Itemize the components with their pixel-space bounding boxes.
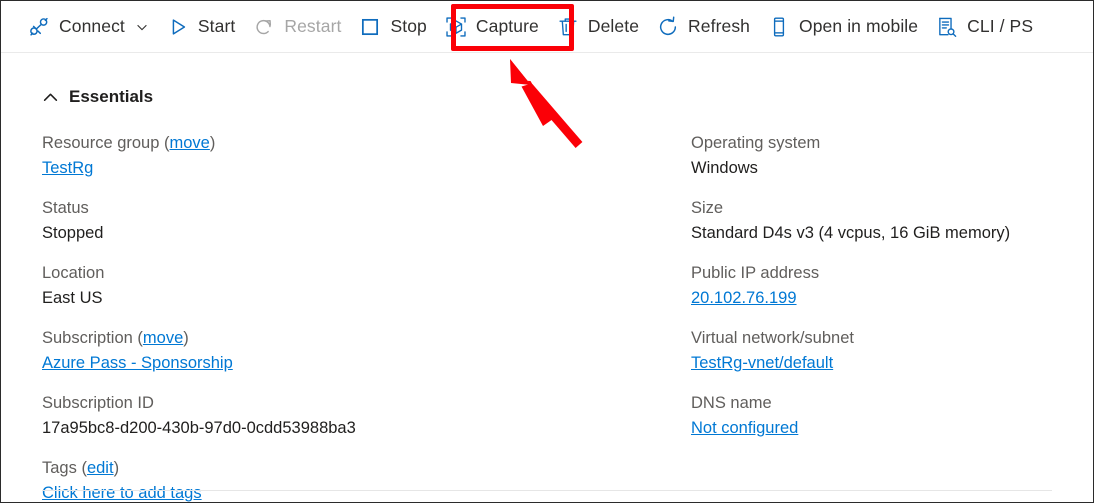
field-virtual-network: Virtual network/subnet TestRg-vnet/defau…: [691, 326, 1071, 376]
command-toolbar: Connect Start Restart Stop Capture Delet…: [1, 1, 1093, 53]
size-value: Standard D4s v3 (4 vcpus, 16 GiB memory): [691, 224, 1011, 242]
field-status: Status Stopped: [42, 196, 662, 246]
restart-label: Restart: [284, 16, 342, 36]
dns-name-label: DNS name: [691, 394, 772, 412]
dns-name-link[interactable]: Not configured: [691, 419, 798, 437]
subscription-link[interactable]: Azure Pass - Sponsorship: [42, 354, 233, 372]
subscription-value: Azure Pass - Sponsorship: [42, 351, 662, 376]
subscription-id-label: Subscription ID: [42, 394, 154, 412]
paren-open: (: [159, 134, 170, 152]
tags-edit-link[interactable]: edit: [87, 459, 114, 477]
essentials-left-column: Resource group (move) TestRg Status Stop…: [42, 131, 662, 502]
open-in-mobile-button[interactable]: Open in mobile: [759, 7, 927, 47]
subscription-id-value: 17a95bc8-d200-430b-97d0-0cdd53988ba3: [42, 419, 356, 437]
field-subscription-id: Subscription ID 17a95bc8-d200-430b-97d0-…: [42, 391, 662, 441]
size-label: Size: [691, 199, 724, 217]
paren-close: ): [183, 329, 189, 347]
connect-label: Connect: [59, 16, 125, 36]
status-label: Status: [42, 199, 89, 217]
field-location: Location East US: [42, 261, 662, 311]
stop-button[interactable]: Stop: [350, 7, 435, 47]
delete-label: Delete: [587, 16, 640, 36]
refresh-label: Refresh: [688, 16, 751, 36]
mobile-phone-icon: [768, 16, 790, 38]
resource-group-value: TestRg: [42, 156, 662, 181]
field-size: Size Standard D4s v3 (4 vcpus, 16 GiB me…: [691, 196, 1071, 246]
essentials-title: Essentials: [69, 87, 154, 106]
stop-label: Stop: [390, 16, 427, 36]
add-tags-link[interactable]: Click here to add tags: [42, 484, 202, 502]
resource-group-move-link[interactable]: move: [170, 134, 210, 152]
refresh-button[interactable]: Refresh: [648, 7, 759, 47]
start-button[interactable]: Start: [158, 7, 244, 47]
operating-system-label: Operating system: [691, 134, 821, 152]
field-subscription: Subscription (move) Azure Pass - Sponsor…: [42, 326, 662, 376]
resource-group-link[interactable]: TestRg: [42, 159, 93, 177]
restart-button[interactable]: Restart: [244, 7, 350, 47]
virtual-network-link[interactable]: TestRg-vnet/default: [691, 354, 833, 372]
capture-button[interactable]: Capture: [436, 7, 548, 47]
paren-open: (: [132, 329, 143, 347]
connect-button[interactable]: Connect: [19, 7, 158, 47]
refresh-icon: [657, 16, 679, 38]
location-value: East US: [42, 289, 103, 307]
cli-ps-button[interactable]: CLI / PS: [927, 7, 1042, 47]
cli-ps-label: CLI / PS: [967, 16, 1034, 36]
chevron-down-icon[interactable]: [135, 20, 149, 34]
field-operating-system: Operating system Windows: [691, 131, 1071, 181]
virtual-network-value: TestRg-vnet/default: [691, 351, 1071, 376]
cli-console-icon: [936, 16, 958, 38]
restart-icon: [253, 16, 275, 38]
azure-vm-overview-screen: Connect Start Restart Stop Capture Delet…: [0, 0, 1094, 503]
operating-system-value: Windows: [691, 159, 758, 177]
essentials-panel: Essentials Resource group (move) TestRg …: [1, 53, 1093, 502]
open-in-mobile-label: Open in mobile: [799, 16, 919, 36]
resource-group-label-text: Resource group: [42, 134, 160, 152]
subscription-move-link[interactable]: move: [143, 329, 183, 347]
field-tags: Tags (edit) Click here to add tags: [42, 456, 662, 502]
section-divider: [42, 490, 1052, 491]
paren-open: (: [76, 459, 87, 477]
field-resource-group: Resource group (move) TestRg: [42, 131, 662, 181]
public-ip-link[interactable]: 20.102.76.199: [691, 289, 797, 307]
chevron-up-icon: [42, 89, 59, 106]
dns-name-value: Not configured: [691, 416, 1071, 441]
stop-square-icon: [359, 16, 381, 38]
subscription-label: Subscription (move): [42, 326, 662, 351]
start-label: Start: [197, 16, 236, 36]
virtual-network-label: Virtual network/subnet: [691, 329, 854, 347]
field-public-ip: Public IP address 20.102.76.199: [691, 261, 1071, 311]
status-value: Stopped: [42, 224, 104, 242]
essentials-right-column: Operating system Windows Size Standard D…: [691, 131, 1071, 441]
delete-button[interactable]: Delete: [548, 7, 648, 47]
capture-label: Capture: [475, 16, 539, 36]
trash-icon: [557, 16, 579, 38]
field-dns-name: DNS name Not configured: [691, 391, 1071, 441]
essentials-toggle[interactable]: Essentials: [42, 87, 153, 107]
public-ip-label: Public IP address: [691, 264, 820, 282]
public-ip-value: 20.102.76.199: [691, 286, 1071, 311]
subscription-label-text: Subscription: [42, 329, 133, 347]
tags-label: Tags (edit): [42, 456, 662, 481]
paren-close: ): [209, 134, 216, 152]
resource-group-label: Resource group (move): [42, 131, 662, 156]
paren-close: ): [113, 459, 120, 477]
tags-label-text: Tags: [42, 459, 77, 477]
tags-value: Click here to add tags: [42, 481, 662, 502]
plug-icon: [28, 16, 50, 38]
capture-cube-icon: [445, 16, 467, 38]
play-icon: [167, 16, 189, 38]
location-label: Location: [42, 264, 105, 282]
